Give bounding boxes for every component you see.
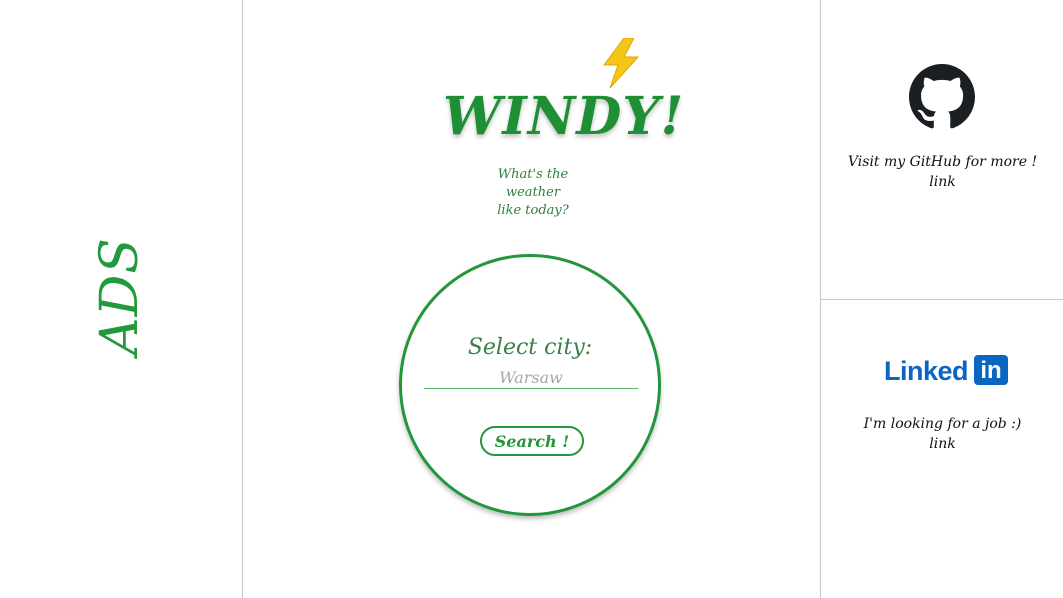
linkedin-logo[interactable]: Linked in bbox=[884, 354, 1012, 386]
app-subtitle: What's the weather like today? bbox=[473, 166, 593, 220]
linkedin-text-block: I'm looking for a job :) link bbox=[821, 414, 1063, 454]
github-text-block: Visit my GitHub for more ! link bbox=[821, 152, 1063, 192]
city-search-form: Select city: Search ! bbox=[399, 254, 661, 516]
subtitle-line-2: like today? bbox=[497, 203, 569, 218]
linkedin-logo-word: Linked bbox=[884, 356, 969, 386]
main-panel: WINDY! What's the weather like today? Se… bbox=[243, 0, 820, 598]
linkedin-link[interactable]: link bbox=[929, 436, 955, 452]
search-button[interactable]: Search ! bbox=[480, 426, 584, 456]
subtitle-line-1: What's the weather bbox=[497, 167, 569, 200]
ads-label: ADS bbox=[90, 237, 150, 355]
social-panel: Visit my GitHub for more ! link Linked i… bbox=[820, 0, 1063, 598]
app-title: WINDY! bbox=[443, 86, 685, 147]
github-text: Visit my GitHub for more ! bbox=[847, 154, 1038, 170]
github-card: Visit my GitHub for more ! link bbox=[821, 0, 1063, 300]
linkedin-card: Linked in I'm looking for a job :) link bbox=[821, 300, 1063, 598]
city-input[interactable] bbox=[424, 366, 638, 389]
github-icon[interactable] bbox=[909, 64, 975, 130]
lightning-icon bbox=[603, 38, 640, 88]
ads-panel: ADS bbox=[0, 0, 243, 598]
linkedin-text: I'm looking for a job :) bbox=[863, 416, 1022, 432]
select-city-label: Select city: bbox=[467, 335, 593, 360]
github-link[interactable]: link bbox=[929, 174, 955, 190]
linkedin-logo-box: in bbox=[974, 355, 1008, 385]
